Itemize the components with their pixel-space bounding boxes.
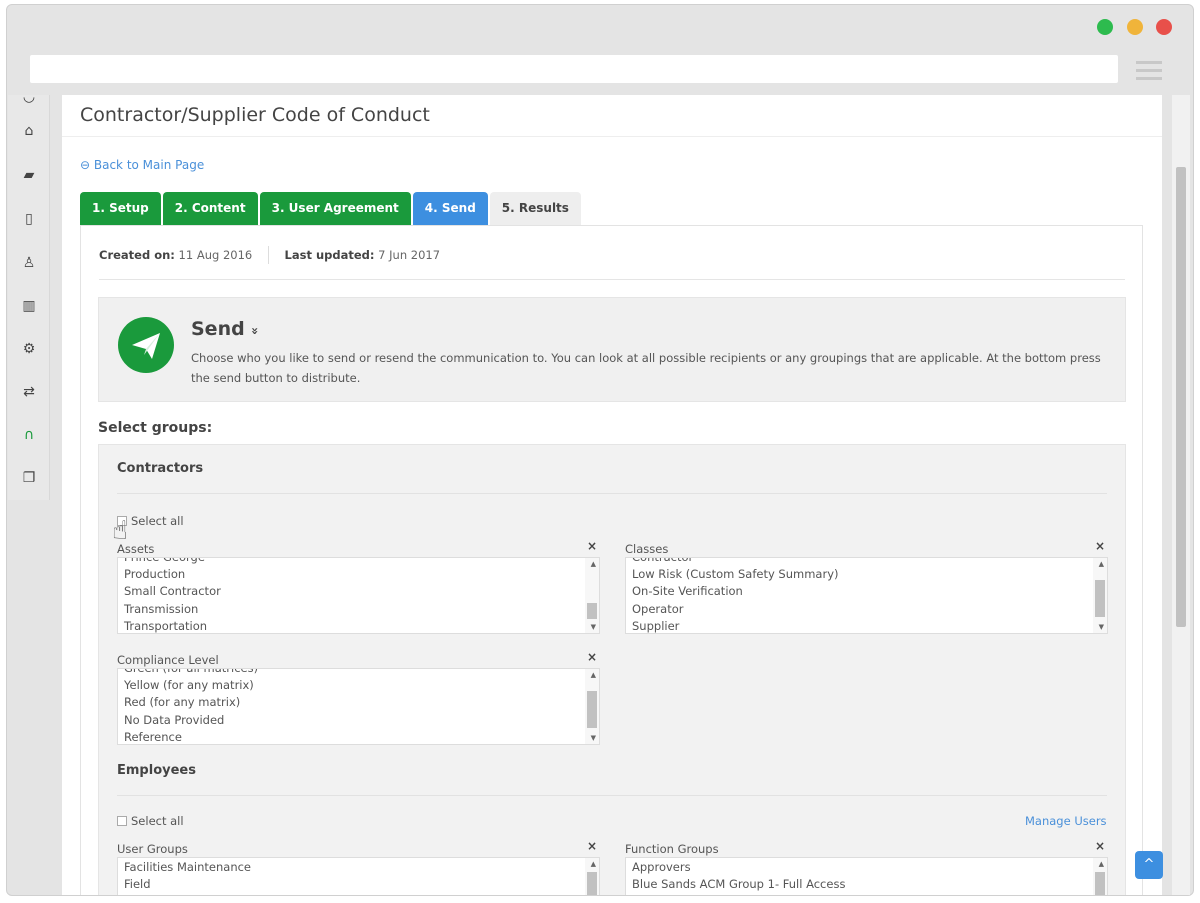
list-option[interactable]: Facilities Maintenance (124, 859, 251, 876)
clear-user-groups-icon[interactable]: × (587, 839, 597, 853)
clear-compliance-icon[interactable]: × (587, 650, 597, 664)
scrollbar[interactable]: ▲ ▼ (585, 558, 599, 633)
maximize-dot[interactable] (1097, 19, 1113, 35)
clear-assets-icon[interactable]: × (587, 539, 597, 553)
send-description: Choose who you like to send or resend th… (191, 351, 1101, 385)
groups-panel: Contractors Select all Assets × Prince G… (98, 444, 1126, 895)
scroll-to-top-button[interactable]: ^ (1135, 851, 1163, 879)
close-dot[interactable] (1156, 19, 1172, 35)
menu-icon[interactable] (1136, 61, 1162, 85)
created-date: 11 Aug 2016 (178, 248, 253, 262)
person-icon[interactable]: ♙ (20, 255, 38, 271)
list-option[interactable]: Green (for all matrices) (124, 669, 258, 677)
manage-users-link[interactable]: Manage Users (1025, 814, 1107, 828)
tab-results[interactable]: 5. Results (489, 192, 581, 225)
user-groups-label: User Groups (117, 842, 188, 856)
select-groups-heading: Select groups: (98, 420, 213, 436)
tablet-icon[interactable]: ▯ (20, 211, 38, 227)
list-option[interactable]: Blue Sands ACM Group 1- Full Access (632, 876, 845, 893)
list-option[interactable]: Production (124, 566, 221, 583)
classes-listbox[interactable]: Contractor Low Risk (Custom Safety Summar… (625, 557, 1108, 634)
list-option[interactable]: Red (for any matrix) (124, 694, 258, 711)
scrollbar[interactable]: ▲ (1093, 858, 1107, 895)
paper-plane-icon (118, 317, 174, 373)
list-option[interactable]: Transportation (124, 618, 221, 633)
page-title: Contractor/Supplier Code of Conduct (62, 95, 1162, 137)
minimize-dot[interactable] (1127, 19, 1143, 35)
tab-setup[interactable]: 1. Setup (80, 192, 161, 225)
list-option[interactable]: Supplier (632, 618, 839, 633)
page-scrollbar[interactable] (1172, 95, 1190, 895)
user-groups-listbox[interactable]: Facilities Maintenance Field ▲ (117, 857, 600, 895)
classes-label: Classes (625, 542, 669, 556)
list-option[interactable]: Prince George (124, 558, 221, 566)
chevron-down-icon[interactable]: » (248, 327, 262, 335)
scrollbar[interactable]: ▲ ▼ (585, 669, 599, 744)
list-option[interactable]: Reference (124, 729, 258, 744)
divider (117, 493, 1107, 494)
sidebar: ◡ ⌂ ▰ ▯ ♙ ▥ ⚙ ⇄ ∩ ❐ (8, 89, 50, 500)
scrollbar[interactable]: ▲ ▼ (1093, 558, 1107, 633)
function-groups-listbox[interactable]: Approvers Blue Sands ACM Group 1- Full Ac… (625, 857, 1108, 895)
contractors-heading: Contractors (117, 461, 204, 476)
back-icon: ⊖ (80, 158, 94, 172)
divider (117, 795, 1107, 796)
employees-heading: Employees (117, 763, 196, 778)
checkbox[interactable] (117, 816, 127, 826)
compliance-label: Compliance Level (117, 653, 219, 667)
list-option[interactable]: Low Risk (Custom Safety Summary) (632, 566, 839, 583)
documents-icon[interactable]: ❐ (20, 470, 38, 486)
updated-date: 7 Jun 2017 (378, 248, 441, 262)
clear-function-groups-icon[interactable]: × (1095, 839, 1105, 853)
gears-icon[interactable]: ⚙ (20, 341, 38, 357)
tab-send[interactable]: 4. Send (412, 192, 488, 225)
logo-icon: ◡ (22, 89, 36, 105)
employees-select-all[interactable]: Select all (117, 814, 184, 828)
hand-cursor-icon: ☝ (112, 516, 128, 546)
function-groups-label: Function Groups (625, 842, 719, 856)
back-link[interactable]: ⊖ Back to Main Page (80, 158, 204, 172)
book-icon[interactable]: ▰ (20, 167, 38, 183)
address-bar[interactable] (30, 55, 1118, 83)
headset-icon[interactable]: ∩ (20, 427, 38, 443)
step-tabs: 1. Setup 2. Content 3. User Agreement 4.… (80, 192, 583, 225)
scrollbar[interactable]: ▲ (585, 858, 599, 895)
list-option[interactable]: On-Site Verification (632, 583, 839, 600)
home-icon[interactable]: ⌂ (20, 123, 38, 139)
chart-icon[interactable]: ▥ (20, 298, 38, 314)
assets-listbox[interactable]: Prince George Production Small Contractor T… (117, 557, 600, 634)
clear-classes-icon[interactable]: × (1095, 539, 1105, 553)
dates: Created on: 11 Aug 2016 Last updated: 7 … (99, 246, 441, 264)
list-option[interactable]: Field (124, 876, 251, 893)
list-option[interactable]: Yellow (for any matrix) (124, 677, 258, 694)
list-option[interactable]: Small Contractor (124, 583, 221, 600)
send-title: Send » (191, 318, 263, 340)
send-panel: Created on: 11 Aug 2016 Last updated: 7 … (80, 225, 1143, 895)
list-option[interactable]: Contractor (632, 558, 839, 566)
tab-content[interactable]: 2. Content (162, 192, 258, 225)
send-info-box: Send » Choose who you like to send or re… (98, 297, 1126, 402)
compliance-listbox[interactable]: Green (for all matrices) Yellow (for any … (117, 668, 600, 745)
tab-user-agreement[interactable]: 3. User Agreement (259, 192, 411, 225)
list-option[interactable]: Operator (632, 601, 839, 618)
list-option[interactable]: Approvers (632, 859, 845, 876)
list-option[interactable]: No Data Provided (124, 712, 258, 729)
divider (99, 279, 1125, 280)
main-content: Contractor/Supplier Code of Conduct ⊖ Ba… (62, 95, 1162, 895)
transfer-icon[interactable]: ⇄ (20, 384, 38, 400)
list-option[interactable]: Transmission (124, 601, 221, 618)
